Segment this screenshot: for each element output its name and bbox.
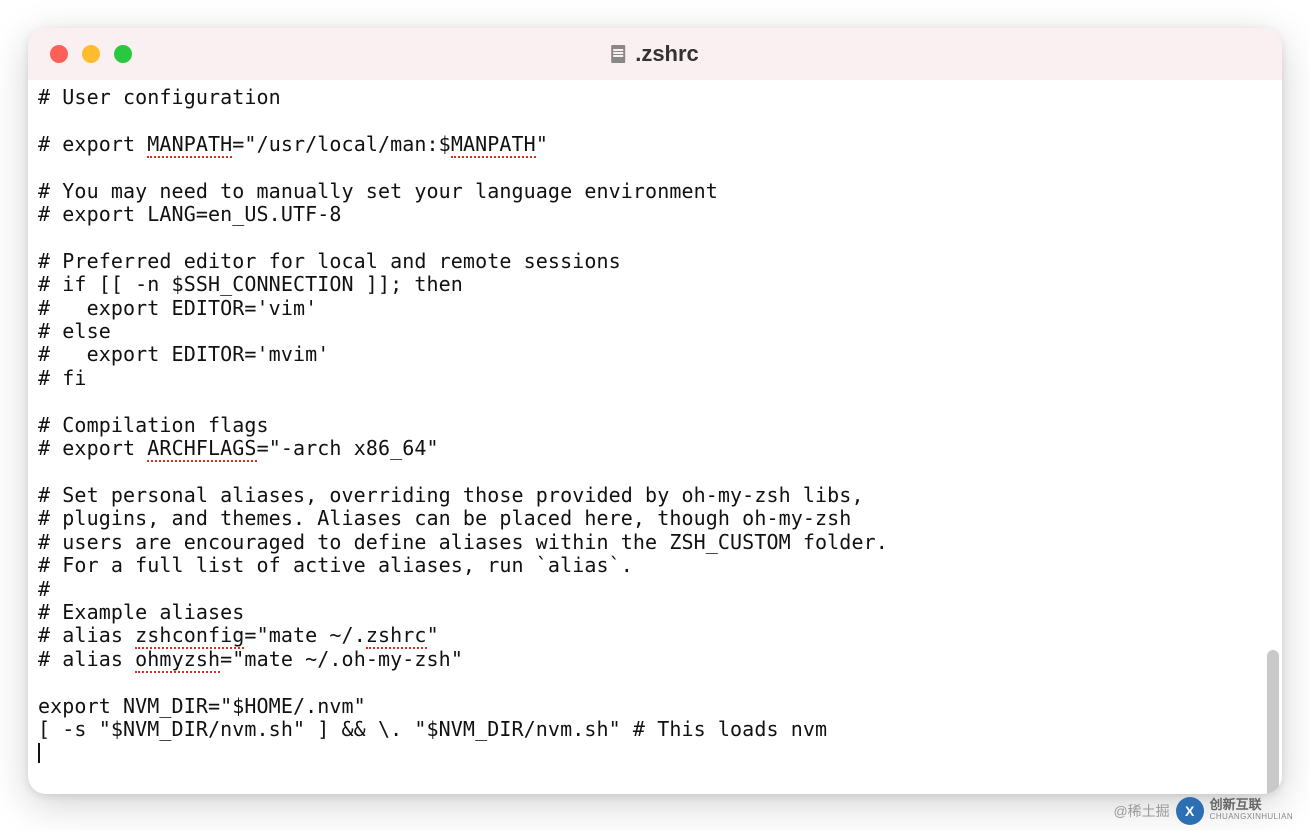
minimize-button[interactable] [82, 45, 100, 63]
logo-icon: X [1176, 797, 1204, 825]
traffic-lights [50, 45, 132, 63]
document-icon [611, 45, 625, 63]
text-editor-content[interactable]: # User configuration # export MANPATH="/… [28, 80, 1282, 794]
zoom-button[interactable] [114, 45, 132, 63]
window-title-group: .zshrc [611, 41, 699, 67]
watermark-brand: 创新互联 CHUANGXINHULIAN [1210, 799, 1293, 823]
watermark: @稀土掘 X 创新互联 CHUANGXINHULIAN [1113, 797, 1293, 825]
watermark-text: @稀土掘 [1113, 801, 1169, 821]
close-button[interactable] [50, 45, 68, 63]
vertical-scrollbar[interactable] [1267, 650, 1279, 794]
window-title: .zshrc [635, 41, 699, 67]
editor-window: .zshrc # User configuration # export MAN… [28, 28, 1282, 794]
titlebar[interactable]: .zshrc [28, 28, 1282, 80]
